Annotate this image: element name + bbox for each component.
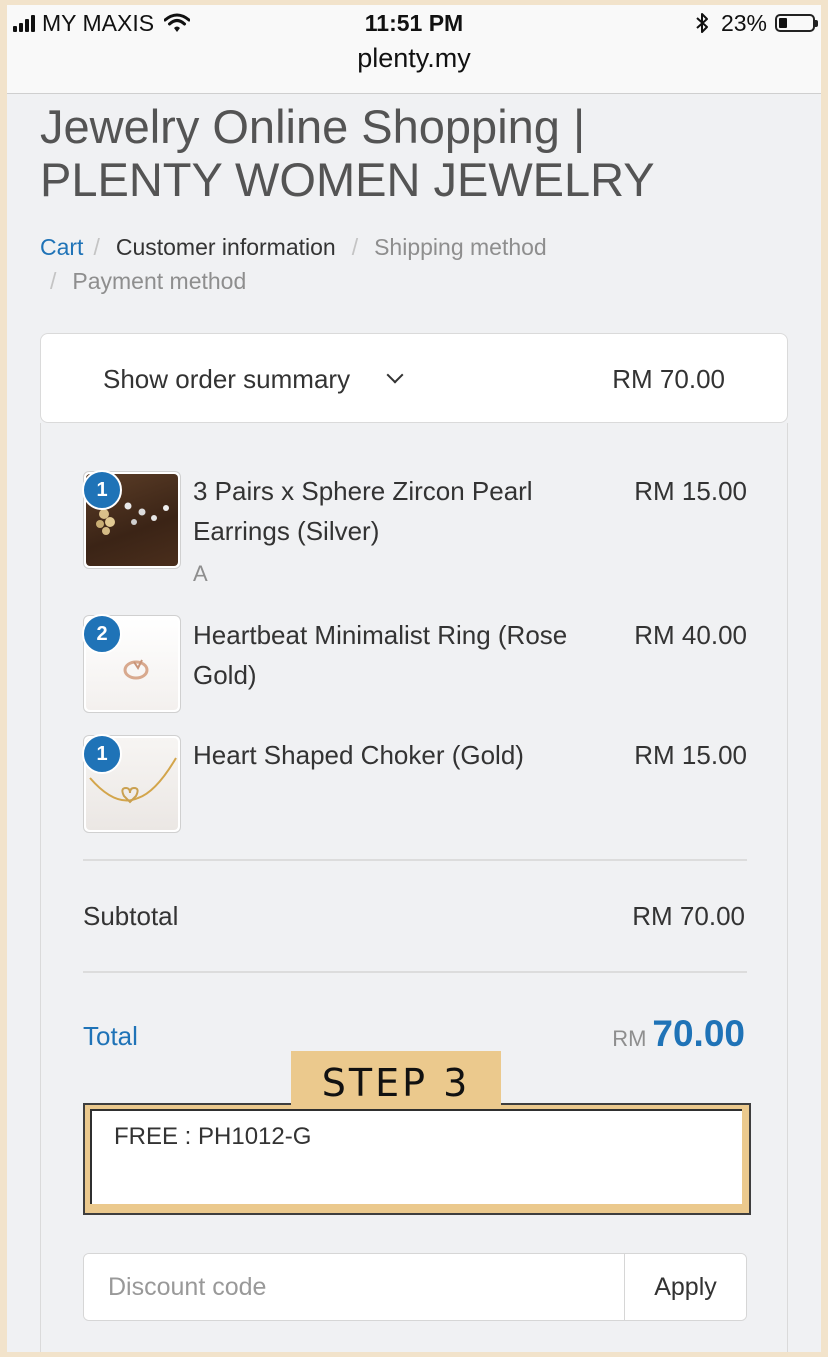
- line-item: 1 3 Pairs x Sphere Zircon Pearl Earrings…: [82, 470, 747, 601]
- line-item: 1 Heart Shaped Choker (Gold) RM 15.00: [82, 734, 747, 835]
- breadcrumb: Cart / Customer information / Shipping metho…: [40, 230, 780, 298]
- total-currency: RM: [612, 1026, 647, 1051]
- item-name: Heart Shaped Choker (Gold): [193, 740, 524, 770]
- total-value: RM 70.00: [612, 1013, 745, 1055]
- battery-percent: 23%: [720, 9, 767, 36]
- line-item: 2 Heartbeat Minimalist Ring (Rose Gold) …: [82, 614, 747, 715]
- breadcrumb-cart-link[interactable]: Cart: [40, 230, 83, 264]
- quantity-badge: 1: [82, 734, 122, 774]
- order-summary-toggle-label: Show order summary: [103, 364, 351, 394]
- order-summary-toggle-total: RM 70.00: [612, 364, 725, 394]
- product-thumbnail: 2: [82, 614, 181, 713]
- subtotal-label: Subtotal: [83, 901, 179, 931]
- apply-button[interactable]: Apply: [624, 1254, 746, 1320]
- step-annotation-box: FREE : PH1012-G: [83, 1103, 751, 1215]
- breadcrumb-shipping-method: Shipping method: [374, 234, 547, 260]
- breadcrumb-payment-method: Payment method: [72, 268, 247, 294]
- item-name: Heartbeat Minimalist Ring (Rose Gold): [193, 620, 568, 690]
- breadcrumb-separator: /: [351, 234, 359, 260]
- product-thumbnail: 1: [82, 470, 181, 569]
- shop-title: Jewelry Online Shopping | PLENTY WOMEN J…: [40, 100, 655, 206]
- breadcrumb-separator: /: [93, 234, 100, 260]
- quantity-badge: 2: [82, 614, 122, 654]
- battery-icon: [775, 14, 818, 32]
- promo-code-annotation: FREE : PH1012-G: [114, 1123, 312, 1150]
- quantity-badge: 1: [82, 470, 122, 510]
- breadcrumb-separator: /: [50, 268, 57, 294]
- item-variant: A: [193, 561, 208, 586]
- order-summary-toggle[interactable]: Show order summary RM 70.00: [40, 333, 788, 423]
- status-right: 23%: [695, 9, 818, 37]
- divider: [83, 971, 747, 973]
- subtotal-value: RM 70.00: [632, 901, 745, 931]
- product-thumbnail: 1: [82, 734, 181, 833]
- chevron-down-icon: [386, 366, 404, 384]
- order-summary-panel: 1 3 Pairs x Sphere Zircon Pearl Earrings…: [40, 423, 788, 1352]
- bluetooth-icon: [696, 13, 708, 33]
- discount-code-form: Apply: [83, 1253, 747, 1321]
- step-annotation-inner: FREE : PH1012-G: [90, 1109, 742, 1204]
- item-name: 3 Pairs x Sphere Zircon Pearl Earrings (…: [193, 476, 533, 546]
- item-price: RM 15.00: [634, 740, 747, 770]
- divider: [83, 859, 747, 861]
- total-label: Total: [83, 1021, 138, 1051]
- address-bar-url[interactable]: plenty.my: [7, 43, 821, 74]
- browser-status-bar: MY MAXIS 11:51 PM 23% plenty.my: [7, 5, 821, 94]
- breadcrumb-customer-information: Customer information: [115, 234, 336, 260]
- total-amount: 70.00: [652, 1013, 745, 1054]
- item-price: RM 15.00: [634, 476, 747, 506]
- discount-code-input[interactable]: [84, 1254, 624, 1320]
- phone-screen: MY MAXIS 11:51 PM 23% plenty.my Jewelry …: [7, 5, 821, 1352]
- step-label: STEP 3: [291, 1051, 501, 1109]
- item-price: RM 40.00: [634, 620, 747, 650]
